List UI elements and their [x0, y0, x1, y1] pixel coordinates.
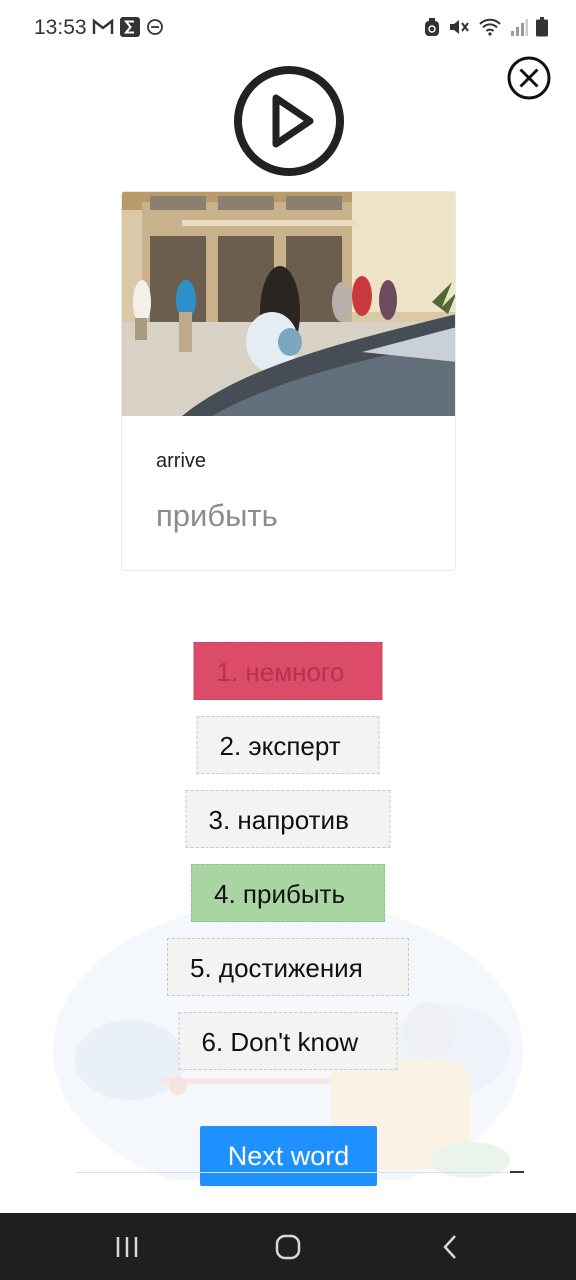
mute-icon	[450, 20, 469, 34]
close-button[interactable]	[506, 55, 552, 101]
recent-apps-icon[interactable]	[107, 1231, 147, 1263]
option-6-dont-know[interactable]: 6. Don't know	[178, 1012, 398, 1070]
signal-icon	[511, 19, 528, 36]
wifi-icon	[479, 18, 501, 36]
next-word-button[interactable]: Next word	[200, 1126, 377, 1186]
dnd-icon	[147, 19, 163, 35]
option-2[interactable]: 2. эксперт	[196, 716, 380, 774]
divider	[76, 1172, 524, 1173]
status-time: 13:53	[34, 16, 87, 39]
word-card: arrive прибыть	[121, 191, 456, 571]
option-5[interactable]: 5. достижения	[167, 938, 409, 996]
home-icon[interactable]	[268, 1231, 308, 1263]
word-translation: прибыть	[156, 498, 278, 533]
option-3[interactable]: 3. напротив	[185, 790, 391, 848]
option-1[interactable]: 1. немного	[193, 642, 383, 700]
divider-accent	[510, 1171, 524, 1173]
alarm-icon	[425, 18, 439, 36]
sigma-app-icon	[120, 17, 140, 37]
back-icon[interactable]	[430, 1231, 470, 1263]
option-4[interactable]: 4. прибыть	[191, 864, 385, 922]
system-nav-bar	[0, 1213, 576, 1280]
word-english: arrive	[156, 450, 207, 472]
gmail-icon	[92, 18, 114, 34]
battery-icon	[536, 17, 548, 37]
word-photo	[122, 192, 455, 416]
play-audio-button[interactable]	[232, 64, 346, 178]
status-bar: 13:53	[0, 0, 576, 58]
